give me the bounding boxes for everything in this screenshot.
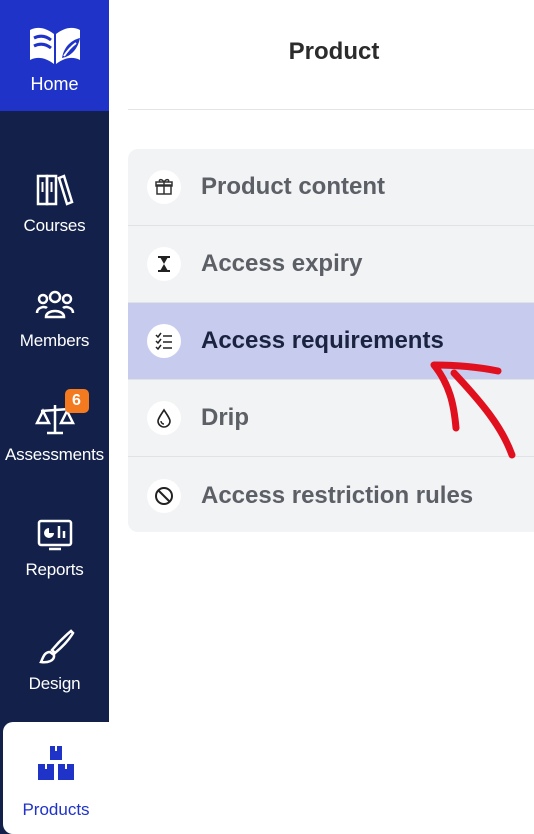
reports-icon	[37, 519, 72, 551]
sidebar-item-home[interactable]: Home	[0, 0, 109, 111]
sidebar-item-assessments[interactable]: 6 Assessments	[0, 389, 109, 465]
menu-item-label: Drip	[201, 404, 249, 431]
sidebar-item-label: Assessments	[5, 445, 104, 464]
hourglass-icon	[147, 247, 181, 281]
sidebar-item-courses[interactable]: Courses	[0, 170, 109, 236]
boxes-icon	[38, 746, 74, 780]
members-icon	[35, 290, 74, 319]
red-arrow-icon	[430, 361, 516, 459]
menu-item-label: Product content	[201, 173, 385, 200]
header-divider	[128, 109, 534, 110]
product-settings-menu: Product content Access expiry Access req	[128, 149, 534, 532]
menu-item-label: Access restriction rules	[201, 481, 474, 509]
sidebar-item-label: Reports	[25, 560, 84, 579]
assessments-badge: 6	[64, 389, 89, 413]
sidebar-item-label: Home	[30, 74, 79, 94]
menu-item-access-expiry[interactable]: Access expiry	[128, 226, 534, 303]
sidebar: Home Courses Members 6 Assessments Repor…	[0, 0, 109, 834]
no-entry-icon	[147, 478, 181, 513]
scales-icon: 6	[34, 389, 89, 439]
menu-item-label: Access expiry	[201, 250, 363, 277]
sidebar-item-label: Courses	[23, 216, 86, 235]
sidebar-item-products[interactable]: Products	[3, 722, 109, 834]
book-leaf-logo-icon	[29, 27, 80, 65]
sidebar-item-members[interactable]: Members	[0, 285, 109, 351]
sidebar-item-label: Products	[22, 800, 90, 819]
sidebar-item-design[interactable]: Design	[0, 628, 109, 694]
gift-box-icon	[147, 170, 181, 204]
checklist-icon	[147, 324, 181, 358]
menu-item-label: Access requirements	[201, 327, 444, 354]
menu-item-access-restriction-rules[interactable]: Access restriction rules	[128, 457, 534, 532]
sidebar-item-label: Design	[28, 674, 81, 693]
droplet-icon	[147, 401, 181, 435]
page-title: Product	[288, 38, 380, 65]
sidebar-item-label: Members	[19, 331, 90, 350]
books-icon	[36, 174, 74, 206]
sidebar-item-reports[interactable]: Reports	[0, 514, 109, 580]
brush-icon	[38, 629, 75, 664]
menu-item-product-content[interactable]: Product content	[128, 149, 534, 226]
